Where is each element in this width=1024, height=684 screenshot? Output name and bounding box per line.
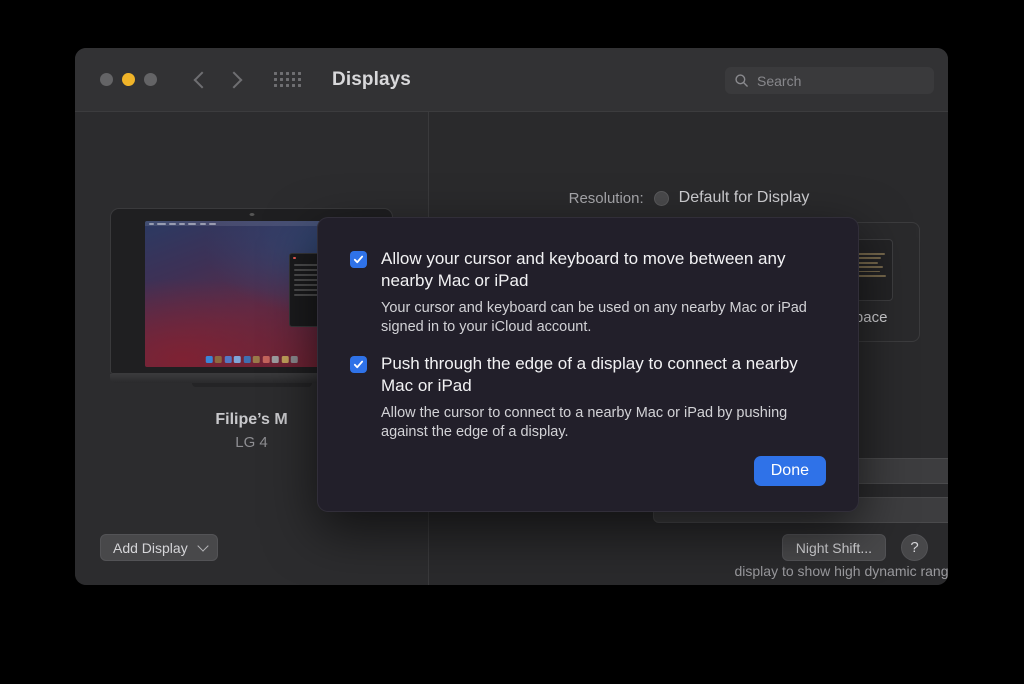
night-shift-button[interactable]: Night Shift... [782, 534, 886, 561]
checkbox-push-through-edge[interactable] [350, 356, 367, 373]
checkmark-icon [353, 359, 364, 370]
resolution-row: Resolution: Default for Display [430, 189, 948, 207]
option-description: Allow the cursor to connect to a nearby … [381, 404, 826, 442]
preview-dock [205, 356, 298, 363]
show-all-grid-icon[interactable] [274, 72, 301, 87]
camera-notch-icon [249, 213, 254, 216]
search-icon [734, 73, 749, 88]
displays-preferences-window: Displays Search [75, 48, 948, 585]
add-display-button[interactable]: Add Display [100, 534, 218, 561]
resolution-value: Default for Display [679, 189, 810, 207]
help-button[interactable]: ? [901, 534, 928, 561]
option-allow-cursor-keyboard: Allow your cursor and keyboard to move b… [350, 248, 826, 337]
add-display-label: Add Display [113, 540, 188, 556]
checkmark-icon [353, 254, 364, 265]
search-placeholder: Search [757, 73, 801, 89]
done-button[interactable]: Done [754, 456, 826, 486]
minimize-button[interactable] [122, 73, 135, 86]
universal-control-sheet: Allow your cursor and keyboard to move b… [317, 217, 859, 512]
page-title: Displays [332, 69, 411, 91]
checkbox-allow-cursor-keyboard[interactable] [350, 251, 367, 268]
option-title: Push through the edge of a display to co… [381, 353, 826, 397]
back-chevron-icon[interactable] [194, 71, 211, 88]
help-label: ? [910, 539, 918, 556]
navigation-buttons [196, 74, 240, 86]
resolution-radio[interactable] [654, 191, 669, 206]
zoom-button[interactable] [144, 73, 157, 86]
traffic-light-buttons [100, 73, 157, 86]
chevron-down-icon [197, 540, 208, 551]
night-shift-label: Night Shift... [796, 540, 872, 556]
screen-root: Displays Search [0, 0, 1024, 684]
resolution-label: Resolution: [569, 190, 644, 207]
option-title: Allow your cursor and keyboard to move b… [381, 248, 826, 292]
close-button[interactable] [100, 73, 113, 86]
macbook-foot [192, 383, 312, 387]
search-field[interactable]: Search [725, 67, 934, 94]
option-description: Your cursor and keyboard can be used on … [381, 299, 826, 337]
hdr-description: display to show high dynamic range conte… [610, 562, 948, 581]
window-titlebar: Displays Search [75, 48, 948, 112]
forward-chevron-icon[interactable] [226, 71, 243, 88]
option-push-through-edge: Push through the edge of a display to co… [350, 353, 826, 442]
